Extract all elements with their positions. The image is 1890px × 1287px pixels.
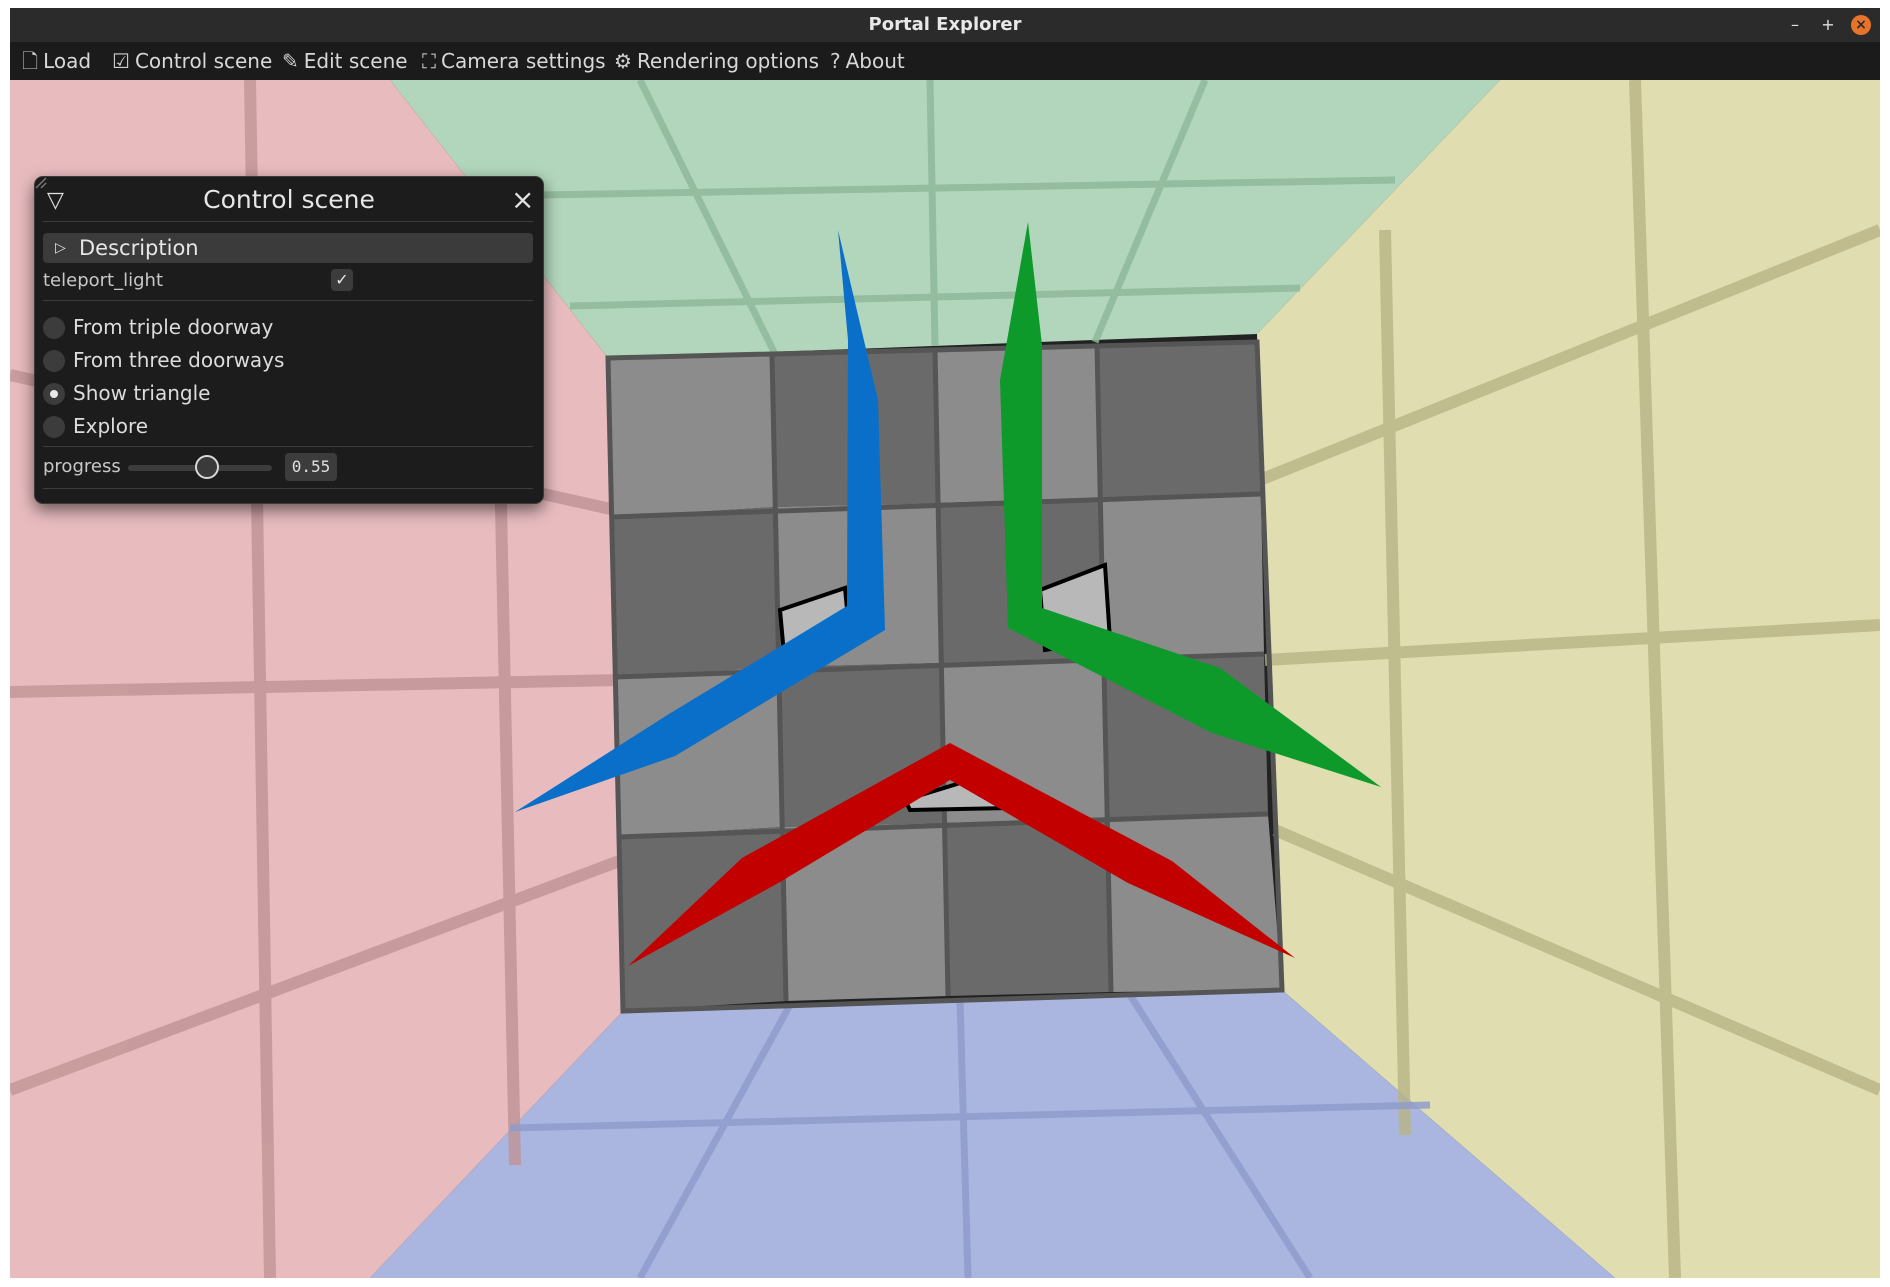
menu-rendering-options-label: Rendering options bbox=[636, 49, 820, 73]
app-window: Portal Explorer – + × 🗋 Load ☑ Control sce… bbox=[10, 8, 1880, 1278]
divider bbox=[43, 300, 533, 301]
description-header[interactable]: ▷ Description bbox=[43, 233, 533, 263]
close-window-button[interactable]: × bbox=[1851, 15, 1871, 35]
progress-slider-handle[interactable] bbox=[195, 455, 220, 479]
menu-load-label: Load bbox=[43, 49, 92, 73]
panel-title: Control scene bbox=[203, 185, 375, 214]
description-label: Description bbox=[79, 236, 199, 260]
radio-label[interactable]: Explore bbox=[73, 413, 148, 439]
radio-selected-dot bbox=[50, 390, 58, 398]
scene-viewport[interactable]: ▽ Control scene × ▷ Description teleport… bbox=[10, 80, 1880, 1278]
menu-control-scene[interactable]: ☑ Control scene bbox=[112, 42, 272, 80]
divider bbox=[43, 446, 533, 447]
menu-edit-scene-label: Edit scene bbox=[303, 49, 408, 73]
menu-camera-settings[interactable]: ⛶ Camera settings bbox=[422, 42, 606, 80]
divider bbox=[43, 221, 533, 222]
menu-control-scene-label: Control scene bbox=[134, 49, 273, 73]
radio-from-three-doorways[interactable] bbox=[43, 350, 65, 372]
divider bbox=[43, 488, 533, 489]
minimize-button[interactable]: – bbox=[1785, 15, 1805, 35]
title-bar[interactable]: Portal Explorer – + × bbox=[10, 8, 1880, 42]
progress-label: progress bbox=[43, 456, 121, 477]
expand-triangle-icon: ▷ bbox=[55, 240, 66, 256]
radio-show-triangle[interactable] bbox=[43, 383, 65, 405]
pencil-icon: ✎ bbox=[282, 49, 299, 73]
checkmark-icon: ✓ bbox=[335, 270, 349, 289]
checkbox-icon: ☑ bbox=[112, 49, 130, 73]
radio-label[interactable]: From three doorways bbox=[73, 347, 284, 373]
window-title: Portal Explorer bbox=[868, 14, 1022, 35]
teleport-light-label: teleport_light bbox=[43, 270, 163, 291]
maximize-button[interactable]: + bbox=[1818, 15, 1838, 35]
radio-explore[interactable] bbox=[43, 416, 65, 438]
radio-label[interactable]: Show triangle bbox=[73, 380, 210, 406]
menu-load[interactable]: 🗋 Load bbox=[22, 42, 91, 80]
close-icon[interactable]: × bbox=[511, 185, 534, 215]
resize-grip-icon[interactable] bbox=[35, 177, 47, 189]
progress-value-field[interactable]: 0.55 bbox=[285, 453, 337, 481]
radio-label[interactable]: From triple doorway bbox=[73, 314, 273, 340]
menu-about[interactable]: ? About bbox=[830, 42, 905, 80]
menu-edit-scene[interactable]: ✎ Edit scene bbox=[282, 42, 408, 80]
menu-about-label: About bbox=[845, 49, 905, 73]
menu-rendering-options[interactable]: ⚙ Rendering options bbox=[614, 42, 819, 80]
camera-icon: ⛶ bbox=[422, 49, 436, 73]
question-icon: ? bbox=[830, 49, 841, 73]
teleport-light-checkbox[interactable]: ✓ bbox=[331, 269, 353, 291]
gear-icon: ⚙ bbox=[614, 49, 632, 73]
radio-from-triple-doorway[interactable] bbox=[43, 317, 65, 339]
control-scene-panel: ▽ Control scene × ▷ Description teleport… bbox=[34, 176, 544, 504]
file-icon: 🗋 bbox=[22, 49, 39, 73]
menu-bar: 🗋 Load ☑ Control scene ✎ Edit scene ⛶ Camera… bbox=[10, 42, 1880, 80]
menu-camera-settings-label: Camera settings bbox=[441, 49, 606, 73]
